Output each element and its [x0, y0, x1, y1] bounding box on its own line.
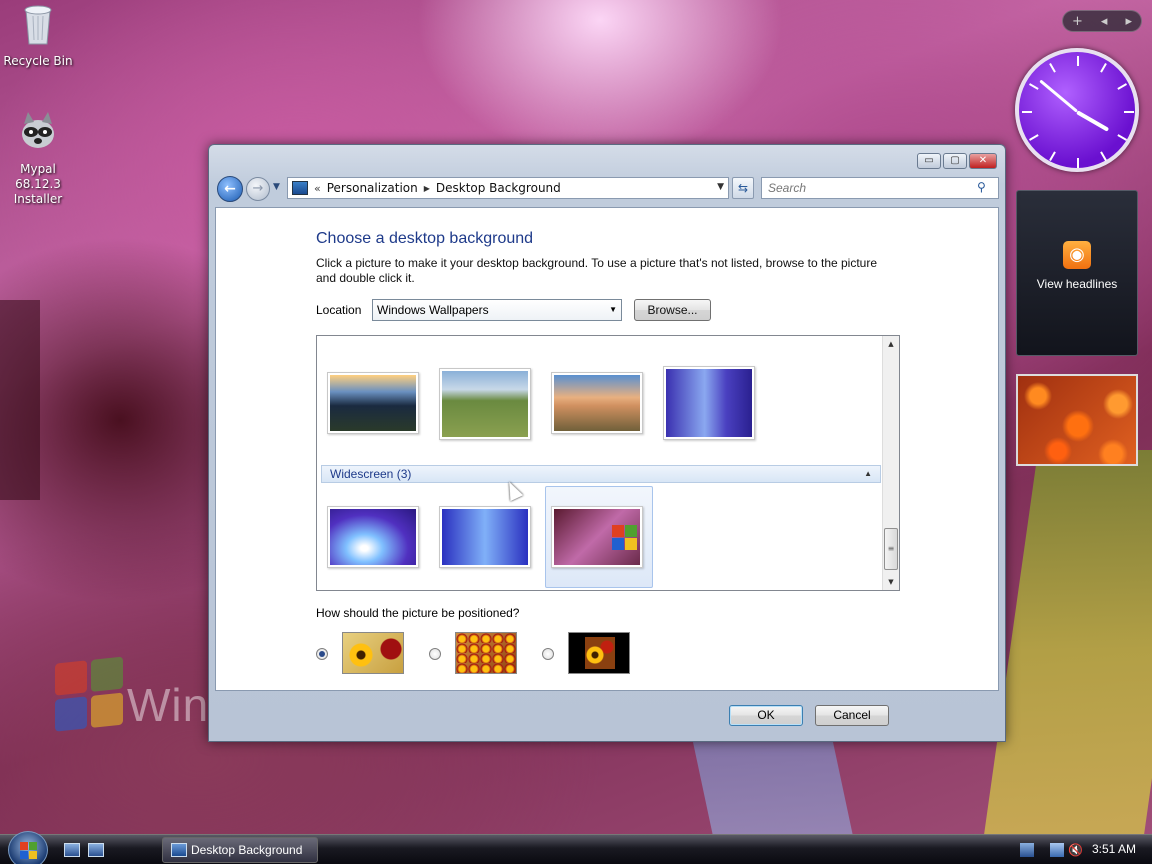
group-header-widescreen[interactable]: Widescreen (3) ▲ — [321, 465, 881, 483]
rss-icon: ◉ — [1063, 241, 1091, 269]
arrow-left-icon: ← — [224, 181, 236, 197]
ok-button[interactable]: OK — [729, 705, 803, 726]
wallpaper-thumbnail[interactable] — [327, 372, 419, 434]
clock-hour-hand — [1076, 110, 1110, 132]
wallpaper-thumbnail[interactable] — [663, 366, 755, 440]
maximize-button[interactable]: ▢ — [943, 153, 967, 169]
group-label: Widescreen (3) — [330, 467, 412, 481]
wallpaper-stripe — [981, 450, 1152, 850]
position-tile-preview[interactable] — [455, 632, 517, 674]
content-pane: Choose a desktop background Click a pict… — [215, 207, 999, 691]
arrow-right-icon: → — [252, 181, 264, 196]
wallpaper-thumbnail[interactable] — [439, 368, 531, 440]
network-tray-icon[interactable] — [1050, 843, 1064, 857]
breadcrumb-desktop-background[interactable]: Desktop Background — [436, 181, 561, 195]
location-label: Location — [316, 303, 362, 317]
volume-muted-icon[interactable]: 🔇 — [1068, 843, 1083, 857]
clock-minute-hand — [1039, 79, 1078, 113]
search-icon[interactable]: ⚲ — [977, 180, 986, 194]
address-bar[interactable]: « Personalization ▶ Desktop Background ▼ — [287, 177, 729, 199]
clock-gadget[interactable] — [1015, 48, 1139, 172]
back-button[interactable]: ← — [217, 176, 243, 202]
scroll-down-icon[interactable]: ▼ — [883, 574, 899, 590]
slideshow-gadget[interactable] — [1016, 374, 1138, 466]
radio-center[interactable] — [542, 648, 554, 660]
window-controls: ▭ ▢ ✕ — [917, 153, 997, 169]
desktop-icon-label: Mypal 68.12.3 Installer — [13, 162, 63, 206]
switch-windows-icon[interactable] — [88, 843, 104, 857]
breadcrumb-separator-icon[interactable]: ▶ — [424, 184, 430, 193]
feed-headlines-gadget[interactable]: ◉ View headlines — [1016, 190, 1138, 356]
page-description: Click a picture to make it your desktop … — [316, 256, 878, 285]
recycle-bin-icon — [24, 5, 52, 45]
desktop-icon-recycle-bin[interactable]: Recycle Bin — [0, 2, 76, 69]
chevron-up-icon[interactable]: ▲ — [864, 466, 872, 482]
scroll-up-icon[interactable]: ▲ — [883, 336, 899, 352]
position-label: How should the picture be positioned? — [316, 606, 520, 620]
radio-fit-to-screen[interactable] — [316, 648, 328, 660]
start-button[interactable] — [8, 831, 48, 864]
desktop-background-window: ▭ ▢ ✕ ← → ▼ « Personalization ▶ Desktop … — [208, 144, 1006, 742]
breadcrumb-overflow[interactable]: « — [314, 182, 321, 195]
add-gadget-button[interactable]: + — [1072, 14, 1083, 29]
location-select[interactable]: Windows Wallpapers ▼ — [372, 299, 622, 321]
forward-button[interactable]: → — [246, 177, 270, 201]
wallpaper-thumbnail[interactable] — [327, 506, 419, 568]
refresh-icon: ⇆ — [737, 181, 749, 195]
wallpaper-gallery[interactable]: Widescreen (3) ▲ ▲ ≡ ▼ — [316, 335, 900, 591]
wallpaper-thumbnail[interactable] — [439, 506, 531, 568]
sidebar-controls: + ◂ ▸ — [1062, 10, 1142, 32]
wallpaper-tree-trunk — [0, 300, 40, 500]
show-desktop-icon[interactable] — [64, 843, 80, 857]
page-title: Choose a desktop background — [316, 230, 534, 247]
taskbar: Desktop Background 🔇 3:51 AM — [0, 831, 1152, 864]
raccoon-installer-icon — [22, 112, 54, 148]
location-value: Windows Wallpapers — [377, 303, 489, 317]
desktop-icon-label: Recycle Bin — [3, 54, 73, 68]
wallpaper-thumbnail-selected[interactable] — [551, 506, 643, 568]
language-tray-icon[interactable] — [1020, 843, 1034, 857]
cancel-button[interactable]: Cancel — [815, 705, 889, 726]
minimize-button[interactable]: ▭ — [917, 153, 941, 169]
feed-label: View headlines — [1036, 277, 1118, 291]
recent-pages-dropdown[interactable]: ▼ — [273, 182, 280, 192]
taskbar-clock[interactable]: 3:51 AM — [1092, 842, 1136, 856]
address-dropdown-icon[interactable]: ▼ — [717, 182, 724, 192]
position-center-preview[interactable] — [568, 632, 630, 674]
scroll-thumb[interactable]: ≡ — [884, 528, 898, 570]
wallpaper-windows-logo — [55, 656, 125, 733]
radio-tile[interactable] — [429, 648, 441, 660]
breadcrumb-personalization[interactable]: Personalization — [327, 181, 418, 195]
close-button[interactable]: ✕ — [969, 153, 997, 169]
taskbar-item-desktop-background[interactable]: Desktop Background — [162, 837, 318, 863]
position-fit-preview[interactable] — [342, 632, 404, 674]
gallery-scrollbar[interactable]: ▲ ≡ ▼ — [882, 336, 899, 590]
chevron-down-icon: ▼ — [609, 305, 617, 314]
browse-button[interactable]: Browse... — [634, 299, 711, 321]
desktop-icon-mypal-installer[interactable]: Mypal 68.12.3 Installer — [0, 110, 76, 207]
control-panel-icon — [292, 181, 308, 195]
control-panel-icon — [171, 843, 187, 857]
taskbar-item-label: Desktop Background — [191, 843, 303, 857]
search-input[interactable] — [761, 177, 999, 199]
next-gadget-button[interactable]: ▸ — [1125, 14, 1132, 29]
prev-gadget-button[interactable]: ◂ — [1101, 14, 1108, 29]
refresh-button[interactable]: ⇆ — [732, 177, 754, 199]
wallpaper-thumbnail[interactable] — [551, 372, 643, 434]
